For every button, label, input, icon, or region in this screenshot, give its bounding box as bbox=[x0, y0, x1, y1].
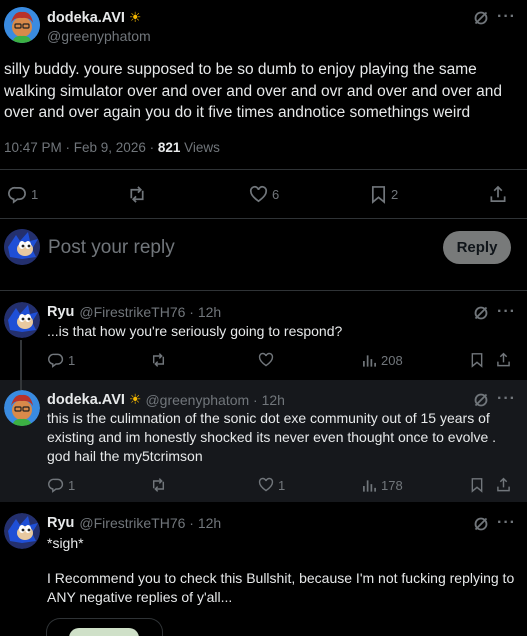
more-options-icon[interactable]: ··· bbox=[497, 9, 516, 25]
grok-icon[interactable] bbox=[473, 392, 489, 408]
share-button[interactable] bbox=[489, 185, 507, 204]
reply-text: ...is that how you're seriously going to… bbox=[47, 323, 343, 339]
repost-button[interactable] bbox=[127, 185, 151, 204]
views-button[interactable]: 208 bbox=[362, 352, 403, 368]
reply-count: 1 bbox=[31, 187, 39, 202]
avatar-dodeka[interactable] bbox=[4, 390, 40, 426]
post-meta: 10:47 PM · Feb 9, 2026 · 821 Views bbox=[4, 140, 220, 155]
author-handle[interactable]: @FirestrikeTH76 · 12h bbox=[79, 304, 221, 320]
analytics-icon bbox=[363, 480, 376, 492]
reply-button[interactable]: 1 bbox=[48, 352, 75, 368]
share-button[interactable] bbox=[496, 477, 511, 493]
views-count: 178 bbox=[381, 477, 403, 493]
more-options-icon[interactable]: ··· bbox=[497, 515, 516, 531]
like-button[interactable] bbox=[258, 352, 274, 368]
avatar-ryu[interactable] bbox=[4, 302, 40, 338]
views-count: 208 bbox=[381, 352, 403, 368]
more-options-icon[interactable]: ··· bbox=[497, 304, 516, 320]
divider bbox=[0, 290, 527, 291]
share-icon bbox=[497, 477, 510, 492]
bookmark-icon bbox=[371, 186, 386, 204]
media-thumbnail bbox=[69, 628, 139, 636]
reply-icon bbox=[48, 478, 64, 493]
reply-button[interactable]: 1 bbox=[48, 477, 75, 493]
repost-icon bbox=[152, 353, 165, 367]
grok-icon[interactable] bbox=[473, 10, 489, 26]
sun-emoji-icon: ☀ bbox=[128, 9, 142, 25]
like-count: 1 bbox=[278, 477, 286, 493]
bookmark-icon bbox=[471, 478, 483, 493]
views-button[interactable]: 178 bbox=[362, 477, 403, 493]
like-button[interactable]: 1 bbox=[258, 477, 285, 493]
author-name[interactable]: Ryu bbox=[47, 304, 74, 320]
thread-line bbox=[20, 380, 22, 390]
reply-count: 1 bbox=[68, 477, 76, 493]
divider bbox=[0, 218, 527, 219]
reply-input[interactable]: Post your reply bbox=[48, 237, 175, 259]
share-button[interactable] bbox=[496, 352, 511, 368]
author-name[interactable]: dodeka.AVI bbox=[47, 10, 125, 26]
embedded-media-card[interactable] bbox=[46, 618, 163, 636]
reply-button[interactable]: 1 bbox=[8, 185, 38, 204]
bookmark-icon bbox=[471, 353, 483, 368]
bookmark-button[interactable] bbox=[470, 477, 484, 493]
avatar-dodeka[interactable] bbox=[4, 7, 40, 43]
reply-text-line2: I Recommend you to check this Bullshit, … bbox=[47, 570, 515, 605]
reply-text: this is the culimnation of the sonic dot… bbox=[47, 410, 497, 464]
heart-icon bbox=[258, 477, 274, 492]
repost-icon bbox=[130, 186, 144, 203]
grok-icon[interactable] bbox=[473, 516, 489, 532]
avatar-current-user[interactable] bbox=[4, 229, 40, 265]
views-label: Views bbox=[180, 140, 220, 155]
divider bbox=[0, 169, 527, 170]
reply-icon bbox=[48, 353, 64, 368]
like-button[interactable]: 6 bbox=[249, 185, 279, 204]
author-handle[interactable]: @greenyphatom · 12h bbox=[145, 392, 285, 408]
heart-icon bbox=[258, 352, 274, 367]
reply-count: 1 bbox=[68, 352, 76, 368]
repost-button[interactable] bbox=[150, 352, 167, 368]
repost-icon bbox=[152, 478, 165, 492]
heart-icon bbox=[249, 185, 268, 203]
share-icon bbox=[490, 185, 506, 203]
reply-text-line1: *sigh* bbox=[47, 535, 84, 551]
like-count: 6 bbox=[272, 187, 280, 202]
share-icon bbox=[497, 352, 510, 367]
analytics-icon bbox=[363, 355, 376, 367]
avatar-ryu[interactable] bbox=[4, 513, 40, 549]
bookmark-button[interactable]: 2 bbox=[370, 185, 398, 204]
more-options-icon[interactable]: ··· bbox=[497, 391, 516, 407]
author-handle[interactable]: @greenyphatom bbox=[47, 28, 151, 44]
bookmark-count: 2 bbox=[391, 187, 399, 202]
repost-button[interactable] bbox=[150, 477, 167, 493]
author-name[interactable]: Ryu bbox=[47, 515, 74, 531]
reply-submit-button[interactable]: Reply bbox=[443, 231, 511, 264]
grok-icon[interactable] bbox=[473, 305, 489, 321]
author-handle[interactable]: @FirestrikeTH76 · 12h bbox=[79, 515, 221, 531]
post-text: silly buddy. youre supposed to be so dum… bbox=[4, 61, 503, 121]
post-timestamp[interactable]: 10:47 PM · Feb 9, 2026 · bbox=[4, 140, 158, 155]
bookmark-button[interactable] bbox=[470, 352, 484, 368]
author-name[interactable]: dodeka.AVI bbox=[47, 392, 125, 408]
sun-emoji-icon: ☀ bbox=[128, 391, 142, 407]
reply-icon bbox=[8, 186, 26, 204]
views-count: 821 bbox=[157, 140, 181, 155]
